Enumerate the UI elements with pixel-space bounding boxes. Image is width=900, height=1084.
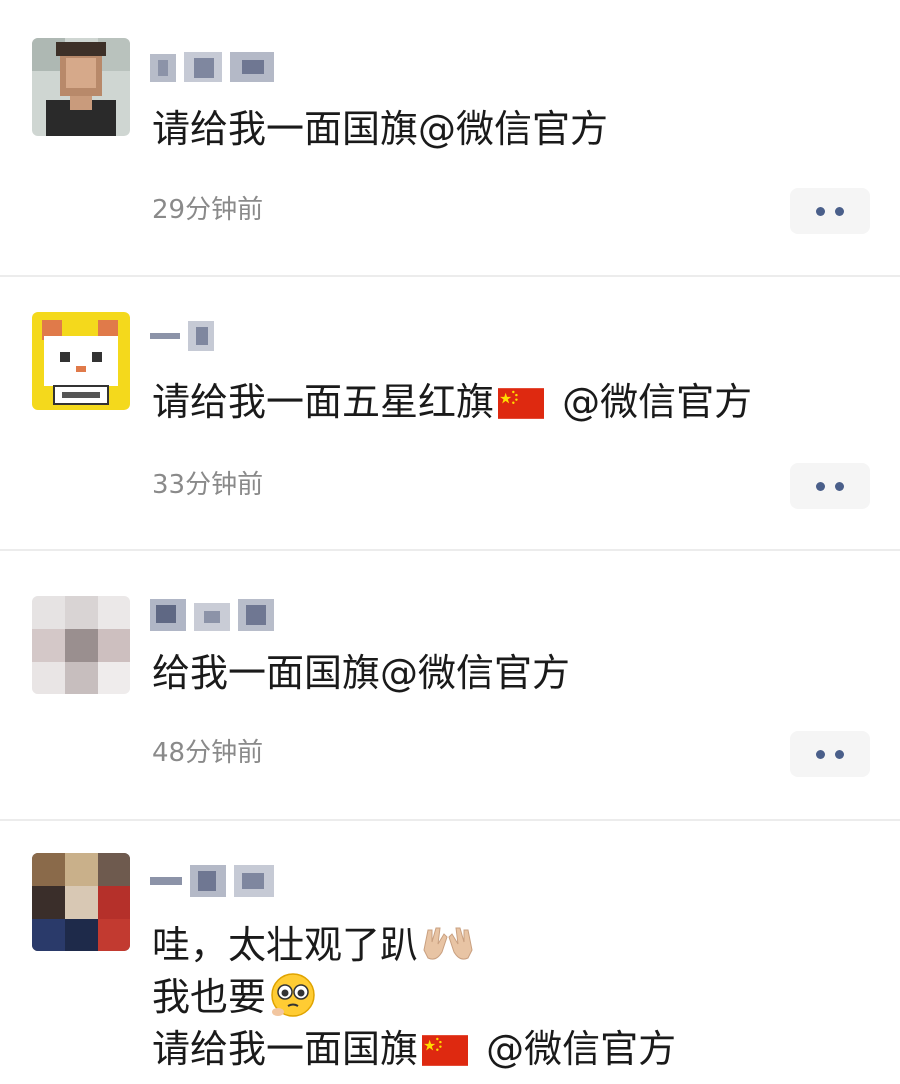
comment-line: 请给我一面国旗 @微信官方: [152, 1027, 677, 1071]
china-flag-icon: [498, 388, 545, 419]
person-photo-avatar-icon: [32, 38, 130, 136]
avatar[interactable]: [32, 596, 130, 694]
avatar[interactable]: [32, 853, 130, 951]
comment-item: 给我一面国旗@微信官方 48分钟前: [0, 551, 900, 819]
blurred-photo-avatar-icon: [32, 596, 130, 694]
china-flag-icon: [422, 1035, 469, 1066]
more-options-icon: [816, 749, 825, 759]
user-name[interactable]: [150, 315, 290, 355]
more-options-icon: [816, 481, 825, 491]
comment-feed: 请给我一面国旗@微信官方 29分钟前 请给我一面五星红旗 @微信官方 33分钟前…: [0, 0, 900, 1084]
comment-text: 请给我一面五星红旗 @微信官方: [152, 376, 752, 428]
user-name[interactable]: [150, 595, 290, 635]
comment-line: 给我一面国旗@微信官方: [152, 651, 571, 695]
comment-text: 给我一面国旗@微信官方: [152, 647, 570, 699]
comment-text: 哇，太壮观了趴 我也要 请给我一面国旗 @微信官方: [152, 919, 676, 1075]
pleading-face-icon: [266, 972, 320, 1018]
timestamp: 29分钟前: [152, 195, 264, 225]
timestamp: 48分钟前: [152, 738, 264, 768]
comment-line: 请给我一面国旗@微信官方: [152, 107, 609, 151]
comment-item: 哇，太壮观了趴 我也要 请给我一面国旗 @微信官方: [0, 821, 900, 1084]
comment-item: 请给我一面国旗@微信官方 29分钟前: [0, 0, 900, 276]
user-name[interactable]: [150, 861, 290, 901]
user-name[interactable]: [150, 48, 290, 88]
comment-line: 我也要: [152, 971, 676, 1023]
comment-item: 请给我一面五星红旗 @微信官方 33分钟前: [0, 277, 900, 549]
avatar[interactable]: [32, 312, 130, 410]
clapping-hands-icon: [418, 920, 478, 966]
more-options-button[interactable]: [790, 731, 870, 777]
comment-line: 哇，太壮观了趴: [152, 919, 676, 971]
blurred-photo-avatar-icon: [32, 853, 130, 951]
timestamp: 33分钟前: [152, 470, 264, 500]
comment-text: 请给我一面国旗@微信官方: [152, 103, 608, 155]
comment-line: 请给我一面五星红旗 @微信官方: [152, 380, 753, 424]
more-options-button[interactable]: [790, 463, 870, 509]
cartoon-cat-avatar-icon: [32, 312, 130, 410]
more-options-icon: [816, 206, 825, 216]
avatar[interactable]: [32, 38, 130, 136]
more-options-button[interactable]: [790, 188, 870, 234]
